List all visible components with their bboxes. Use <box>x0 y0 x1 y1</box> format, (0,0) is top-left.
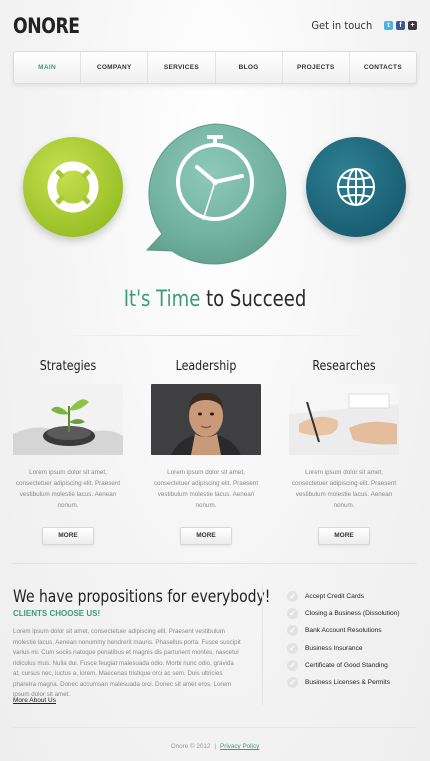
divider <box>13 727 417 728</box>
headline-rest: to Succeed <box>200 287 307 312</box>
clock-bubble[interactable] <box>134 122 296 274</box>
column-text: Lorem ipsum dolor sit amet, consectetuer… <box>15 469 121 509</box>
check-icon: ✓ <box>287 625 298 637</box>
nav-item-company[interactable]: COMPANY <box>81 52 149 83</box>
more-button[interactable]: MORE <box>180 527 232 545</box>
twitter-icon[interactable]: t <box>384 21 393 30</box>
plant-in-hands-photo <box>13 384 123 455</box>
get-in-touch-label: Get in touch <box>311 19 373 32</box>
footer: Onore © 2012 | Privacy Policy <box>0 743 430 750</box>
check-icon: ✓ <box>287 642 298 654</box>
list-item-label: Accept Credit Cards <box>305 593 364 601</box>
copyright-text: Onore © 2012 <box>170 743 211 750</box>
facebook-icon[interactable]: f <box>396 21 405 30</box>
propositions-title: We have propositions for everybody! <box>13 587 271 607</box>
column-researches: Researches Lorem ipsum dolor sit amet, c… <box>289 359 399 545</box>
globe-circle[interactable] <box>306 137 406 237</box>
column-leadership: Leadership Lorem ipsum dolor sit amet, c… <box>151 359 261 545</box>
get-in-touch: Get in touch t f + <box>308 19 417 32</box>
divider <box>45 335 385 336</box>
list-item[interactable]: ✓ Bank Account Resolutions <box>287 622 400 639</box>
writing-hands-photo <box>289 384 399 455</box>
page: ONORE Get in touch t f + MAIN COMPANY SE… <box>0 0 430 761</box>
privacy-policy-link[interactable]: Privacy Policy <box>220 743 259 750</box>
more-button[interactable]: MORE <box>318 527 370 545</box>
column-strategies: Strategies Lorem ipsum dolor sit amet, c… <box>13 359 123 545</box>
nav-item-projects[interactable]: PROJECTS <box>283 52 350 83</box>
more-about-us-link[interactable]: More About Us <box>13 697 56 704</box>
list-item-label: Business Licenses & Permits <box>305 679 391 687</box>
man-portrait-photo <box>151 384 261 455</box>
services-checklist: ✓ Accept Credit Cards ✓ Closing a Busine… <box>287 588 400 691</box>
list-item[interactable]: ✓ Business Licenses & Permits <box>287 674 400 691</box>
divider <box>13 563 417 564</box>
vertical-divider <box>262 585 263 705</box>
check-icon: ✓ <box>287 608 298 620</box>
footer-separator: | <box>214 743 217 750</box>
list-item[interactable]: ✓ Accept Credit Cards <box>287 588 400 605</box>
nav-item-contacts[interactable]: CONTACTS <box>350 52 416 83</box>
lifebuoy-icon <box>47 161 99 213</box>
site-logo[interactable]: ONORE <box>13 14 80 38</box>
list-item[interactable]: ✓ Certificate of Good Standing <box>287 657 400 674</box>
nav-item-main[interactable]: MAIN <box>14 52 82 83</box>
nav-item-services[interactable]: SERVICES <box>148 52 216 83</box>
check-icon: ✓ <box>287 591 298 603</box>
check-icon: ✓ <box>287 659 298 671</box>
column-title: Strategies <box>39 359 97 374</box>
google-plus-icon[interactable]: + <box>408 21 417 30</box>
headline-accent: It's Time <box>123 287 201 312</box>
column-title: Researches <box>312 359 376 374</box>
main-nav: MAIN COMPANY SERVICES BLOG PROJECTS CONT… <box>13 51 417 84</box>
column-text: Lorem ipsum dolor sit amet, consectetuer… <box>153 469 259 509</box>
globe-icon <box>337 168 375 206</box>
list-item[interactable]: ✓ Closing a Business (Dissolution) <box>287 605 400 622</box>
nav-item-blog[interactable]: BLOG <box>216 52 283 83</box>
check-icon: ✓ <box>287 677 298 689</box>
list-item-label: Closing a Business (Dissolution) <box>305 610 400 618</box>
list-item-label: Bank Account Resolutions <box>305 627 382 635</box>
more-button[interactable]: MORE <box>42 527 94 545</box>
column-title: Leadership <box>175 359 237 374</box>
lifebuoy-circle[interactable] <box>23 137 123 237</box>
hero-headline: It's Time to Succeed <box>39 287 392 312</box>
list-item-label: Business Insurance <box>305 644 363 652</box>
propositions-body: Lorem ipsum dolor sit amet, consectetuer… <box>13 628 241 698</box>
column-text: Lorem ipsum dolor sit amet, consectetuer… <box>291 469 397 509</box>
list-item[interactable]: ✓ Business Insurance <box>287 640 400 657</box>
propositions-subtitle: CLIENTS CHOOSE US! <box>13 609 101 618</box>
list-item-label: Certificate of Good Standing <box>305 661 388 669</box>
